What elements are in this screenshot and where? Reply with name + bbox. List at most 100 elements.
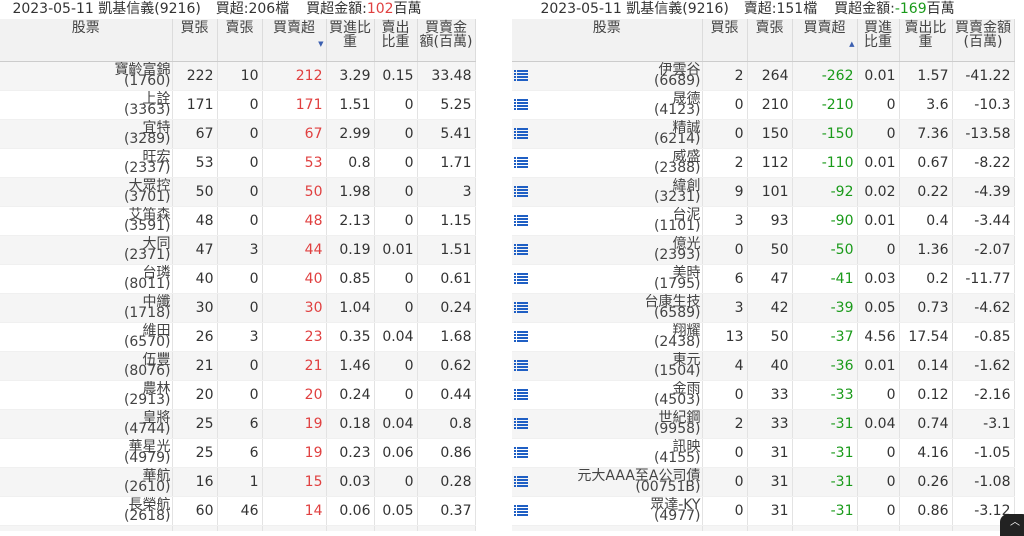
- sort-desc-icon[interactable]: ▼: [318, 37, 323, 51]
- stock-cell[interactable]: 台璘 (8011): [0, 264, 173, 294]
- table-row[interactable]: 世紀鋼 (9958) 2 33 -31 0.04 0.74 -3.1: [512, 409, 1015, 439]
- list-icon[interactable]: [514, 128, 528, 139]
- stock-cell[interactable]: 旺宏 (2337): [0, 148, 173, 178]
- table-row[interactable]: 維田 (6570) 26 3 23 0.35 0.04 1.68: [0, 322, 476, 352]
- col-amount[interactable]: 買賣金額(百萬): [952, 19, 1015, 62]
- table-row[interactable]: 緯創 (3231) 9 101 -92 0.02 0.22 -4.39: [512, 177, 1015, 207]
- table-row[interactable]: 眾達-KY (4977) 0 31 -31 0 0.86 -3.12: [512, 496, 1015, 526]
- col-buy[interactable]: 買張: [702, 19, 748, 62]
- col-stock[interactable]: 股票: [512, 19, 703, 62]
- table-row[interactable]: 億光 (2393) 0 50 -50 0 1.36 -2.07: [512, 235, 1015, 265]
- list-icon[interactable]: [514, 215, 528, 226]
- stock-cell[interactable]: 晟德 (4123): [512, 90, 703, 120]
- stock-cell[interactable]: 寶齡富錦 (1760): [0, 61, 173, 91]
- table-row[interactable]: 美時 (1795) 6 47 -41 0.03 0.2 -11.77: [512, 264, 1015, 294]
- list-icon[interactable]: [514, 273, 528, 284]
- stock-cell[interactable]: 台康生技 (6589): [512, 293, 703, 323]
- table-row[interactable]: 晟德 (4123) 0 210 -210 0 3.6 -10.3: [512, 90, 1015, 120]
- stock-cell[interactable]: 宜特 (3289): [0, 119, 173, 149]
- stock-cell[interactable]: 世紀鋼 (9958): [512, 409, 703, 439]
- stock-cell[interactable]: 眾達-KY (4977): [512, 496, 703, 526]
- list-icon[interactable]: [514, 505, 528, 516]
- table-row[interactable]: 精誠 (6214) 0 150 -150 0 7.36 -13.58: [512, 119, 1015, 149]
- table-row[interactable]: 農林 (2913) 20 0 20 0.24 0 0.44: [0, 380, 476, 410]
- list-icon[interactable]: [514, 447, 528, 458]
- table-row[interactable]: 伊雲谷 (6689) 2 264 -262 0.01 1.57 -41.22: [512, 61, 1015, 91]
- list-icon[interactable]: [514, 99, 528, 110]
- list-icon[interactable]: [514, 476, 528, 487]
- table-row[interactable]: 國泰永續高股息141130.0200.23: [0, 525, 476, 531]
- table-row[interactable]: 訊映 (4155) 0 31 -31 0 4.16 -1.05: [512, 438, 1015, 468]
- table-row[interactable]: 翔耀 (2438) 13 50 -37 4.56 17.54 -0.85: [512, 322, 1015, 352]
- table-row[interactable]: 寶齡富錦 (1760) 222 10 212 3.29 0.15 33.48: [0, 61, 476, 91]
- table-row[interactable]: 台璘 (8011) 40 0 40 0.85 0 0.61: [0, 264, 476, 294]
- col-buy-ratio[interactable]: 買進比重: [326, 19, 375, 62]
- stock-cell[interactable]: 中纖 (1718): [0, 293, 173, 323]
- list-icon[interactable]: [514, 157, 528, 168]
- table-row[interactable]: 皇將 (4744) 25 6 19 0.18 0.04 0.8: [0, 409, 476, 439]
- stock-cell[interactable]: 大同 (2371): [0, 235, 173, 265]
- table-row[interactable]: 旺宏 (2337) 53 0 53 0.8 0 1.71: [0, 148, 476, 178]
- col-buy[interactable]: 買張: [172, 19, 218, 62]
- table-row[interactable]: 伍豐 (8076) 21 0 21 1.46 0 0.62: [0, 351, 476, 381]
- table-row[interactable]: 華航 (2610) 16 1 15 0.03 0 0.28: [0, 467, 476, 497]
- table-row[interactable]: 東元 (1504) 4 40 -36 0.01 0.14 -1.62: [512, 351, 1015, 381]
- table-row[interactable]: 華星光 (4979) 25 6 19 0.23 0.06 0.86: [0, 438, 476, 468]
- stock-cell[interactable]: 億光 (2393): [512, 235, 703, 265]
- table-row[interactable]: 長榮航 (2618) 60 46 14 0.06 0.05 0.37: [0, 496, 476, 526]
- table-row[interactable]: 威盛 (2388) 2 112 -110 0.01 0.67 -8.22: [512, 148, 1015, 178]
- stock-cell[interactable]: 美時 (1795): [512, 264, 703, 294]
- col-sell[interactable]: 賣張: [217, 19, 263, 62]
- stock-cell[interactable]: 元大AAA至A公司債 (00751B): [512, 467, 703, 497]
- stock-cell[interactable]: 訊映 (4155): [512, 438, 703, 468]
- table-row[interactable]: 大眾控 (3701) 50 0 50 1.98 0 3: [0, 177, 476, 207]
- col-sell[interactable]: 賣張: [747, 19, 793, 62]
- stock-cell[interactable]: 精誠 (6214): [512, 119, 703, 149]
- stock-cell[interactable]: 伊雲谷 (6689): [512, 61, 703, 91]
- sort-asc-icon[interactable]: ▲: [849, 37, 854, 51]
- col-sell-ratio[interactable]: 賣出比重: [374, 19, 418, 62]
- col-amount[interactable]: 買賣金額(百萬): [417, 19, 476, 62]
- stock-cell[interactable]: 長榮航 (2618): [0, 496, 173, 526]
- table-row[interactable]: 台康生技 (6589) 3 42 -39 0.05 0.73 -4.62: [512, 293, 1015, 323]
- stock-cell[interactable]: 晶豪科: [512, 525, 703, 531]
- stock-cell[interactable]: 上詮 (3363): [0, 90, 173, 120]
- table-row[interactable]: 大同 (2371) 47 3 44 0.19 0.01 1.51: [0, 235, 476, 265]
- col-net[interactable]: 買賣超 ▼: [262, 19, 327, 62]
- stock-cell[interactable]: 國泰永續高股息: [0, 525, 173, 531]
- list-icon[interactable]: [514, 389, 528, 400]
- stock-cell[interactable]: 維田 (6570): [0, 322, 173, 352]
- stock-cell[interactable]: 台泥 (1101): [512, 206, 703, 236]
- col-stock[interactable]: 股票: [0, 19, 173, 62]
- chevron-up-icon[interactable]: ︿: [1000, 514, 1024, 536]
- stock-cell[interactable]: 威盛 (2388): [512, 148, 703, 178]
- stock-cell[interactable]: 華航 (2610): [0, 467, 173, 497]
- list-icon[interactable]: [514, 331, 528, 342]
- table-row[interactable]: 中纖 (1718) 30 0 30 1.04 0 0.24: [0, 293, 476, 323]
- list-icon[interactable]: [514, 418, 528, 429]
- stock-cell[interactable]: 皇將 (4744): [0, 409, 173, 439]
- stock-cell[interactable]: 金雨 (4503): [512, 380, 703, 410]
- list-icon[interactable]: [514, 70, 528, 81]
- stock-cell[interactable]: 翔耀 (2438): [512, 322, 703, 352]
- table-row[interactable]: 上詮 (3363) 171 0 171 1.51 0 5.25: [0, 90, 476, 120]
- stock-cell[interactable]: 伍豐 (8076): [0, 351, 173, 381]
- table-row[interactable]: 台泥 (1101) 3 93 -90 0.01 0.4 -3.44: [512, 206, 1015, 236]
- list-icon[interactable]: [514, 244, 528, 255]
- table-row[interactable]: 晶豪科3666-300.150.27-2: [512, 525, 1015, 531]
- table-row[interactable]: 元大AAA至A公司債 (00751B) 0 31 -31 0 0.26 -1.08: [512, 467, 1015, 497]
- list-icon[interactable]: [514, 186, 528, 197]
- table-row[interactable]: 艾笛森 (3591) 48 0 48 2.13 0 1.15: [0, 206, 476, 236]
- stock-cell[interactable]: 農林 (2913): [0, 380, 173, 410]
- stock-cell[interactable]: 大眾控 (3701): [0, 177, 173, 207]
- col-buy-ratio[interactable]: 買進比重: [857, 19, 900, 62]
- list-icon[interactable]: [514, 360, 528, 371]
- list-icon[interactable]: [514, 302, 528, 313]
- table-row[interactable]: 宜特 (3289) 67 0 67 2.99 0 5.41: [0, 119, 476, 149]
- stock-cell[interactable]: 緯創 (3231): [512, 177, 703, 207]
- col-net[interactable]: 買賣超 ▲: [792, 19, 858, 62]
- stock-cell[interactable]: 華星光 (4979): [0, 438, 173, 468]
- table-row[interactable]: 金雨 (4503) 0 33 -33 0 0.12 -2.16: [512, 380, 1015, 410]
- stock-cell[interactable]: 東元 (1504): [512, 351, 703, 381]
- stock-cell[interactable]: 艾笛森 (3591): [0, 206, 173, 236]
